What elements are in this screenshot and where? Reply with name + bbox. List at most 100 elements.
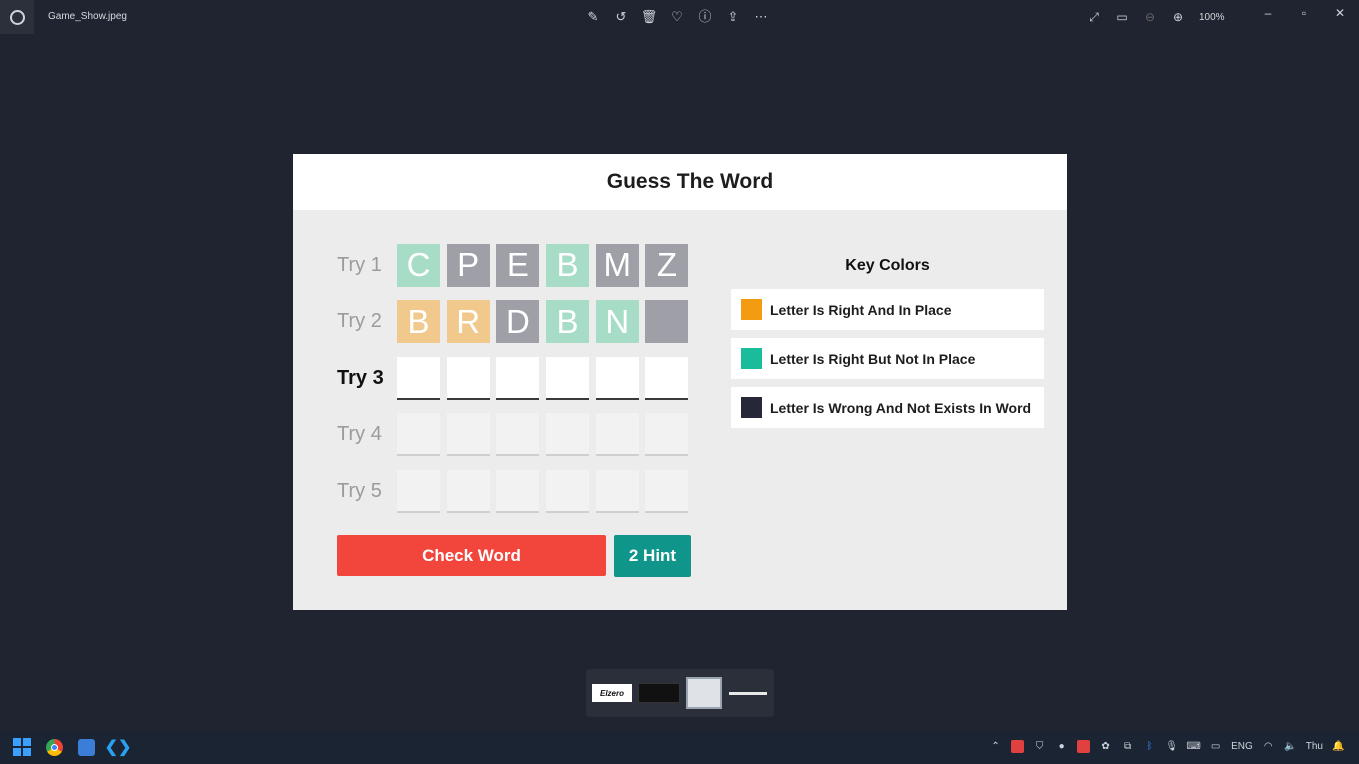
letter-cell: Z: [645, 243, 689, 287]
letter-cell[interactable]: [496, 356, 540, 400]
letter-cell: [546, 413, 590, 456]
edit-icon[interactable]: ✎: [584, 8, 602, 26]
viewer-toolbar: ✎ ↺ 🗑 ♡ ⓘ ⇪ ⋯: [584, 8, 770, 26]
tray-app-icon[interactable]: ●: [1055, 740, 1068, 753]
zoom-in-icon[interactable]: ⊕: [1169, 8, 1187, 26]
share-icon[interactable]: ⇪: [724, 8, 742, 26]
letter-cell: [595, 469, 639, 513]
delete-icon[interactable]: 🗑: [640, 8, 658, 26]
letter-cell[interactable]: [446, 356, 490, 400]
letter-cell[interactable]: [595, 356, 639, 400]
letter-cell: B: [546, 300, 590, 343]
keyboard-icon[interactable]: ⌨: [1186, 740, 1200, 753]
key-item-text: Letter Is Right And In Place: [770, 301, 952, 318]
letter-cell: M: [595, 243, 639, 287]
letter-cell: [397, 413, 440, 456]
zoom-out-icon[interactable]: ⊖: [1141, 8, 1159, 26]
taskbar-apps: ❮❯: [12, 737, 132, 757]
thumbnail[interactable]: Elzero: [592, 684, 632, 702]
letter-cell: N: [595, 300, 639, 343]
check-word-button[interactable]: Check Word: [337, 535, 606, 576]
try-label: Try 2: [337, 310, 382, 332]
filmstrip: Elzero: [586, 669, 774, 717]
viewer-titlebar: Game_Show.jpeg ✎ ↺ 🗑 ♡ ⓘ ⇪ ⋯ ⤢ ▭ ⊖ ⊕ 100…: [0, 0, 1359, 34]
fullscreen-icon[interactable]: ⤢: [1085, 8, 1103, 26]
chevron-up-icon[interactable]: ⌃: [989, 740, 1002, 753]
hint-button[interactable]: 2 Hint: [614, 535, 691, 577]
game-title: Guess The Word: [606, 170, 774, 193]
letter-cell: [397, 469, 440, 513]
letter-cell: B: [397, 300, 440, 343]
view-controls: ⤢ ▭ ⊖ ⊕ 100%: [1085, 8, 1225, 26]
game-image: Guess The Word Try 1 C P E B M Z Try 2 B R D B N Try …: [293, 154, 1067, 610]
key-item-text: Letter Is Right But Not In Place: [770, 350, 976, 367]
letter-cell: [645, 300, 689, 343]
action-buttons: Check Word 2 Hint: [337, 535, 691, 577]
try-row: Try 3: [337, 356, 695, 400]
letter-cell[interactable]: [546, 356, 590, 400]
display-icon[interactable]: ▭: [1209, 740, 1222, 753]
tray-app-icon[interactable]: ⧉: [1121, 740, 1134, 753]
maximize-button[interactable]: ▫: [1295, 4, 1313, 22]
window-controls: – ▫ ✕: [1259, 4, 1349, 22]
color-swatch: [741, 299, 762, 320]
info-icon[interactable]: ⓘ: [696, 8, 714, 26]
try-label: Try 4: [337, 423, 382, 445]
tray-app-icon[interactable]: ✿: [1099, 740, 1112, 753]
windows-start-icon[interactable]: [12, 737, 32, 757]
try-row: Try 1 CPEBMZ: [337, 243, 695, 287]
letter-cell: D: [496, 300, 540, 343]
try-row: Try 5: [337, 469, 695, 513]
try-label: Try 5: [337, 479, 382, 502]
letter-cell: [645, 413, 689, 456]
letter-cell[interactable]: [645, 356, 689, 400]
color-swatch: [741, 397, 762, 418]
volume-icon[interactable]: 🔈: [1284, 740, 1297, 753]
bluetooth-icon[interactable]: ᛒ: [1143, 740, 1156, 753]
more-icon[interactable]: ⋯: [752, 8, 770, 26]
fit-icon[interactable]: ▭: [1113, 8, 1131, 26]
shield-icon[interactable]: ⛉: [1033, 740, 1046, 753]
minimize-button[interactable]: –: [1259, 4, 1277, 22]
letter-cell: [595, 413, 639, 456]
wifi-icon[interactable]: ◠: [1262, 740, 1275, 753]
thumbnail[interactable]: [638, 683, 680, 703]
letter-cell: C: [397, 243, 440, 287]
letter-cell: [446, 469, 490, 513]
letter-cell: [496, 469, 540, 513]
key-item: Letter Is Right And In Place: [731, 289, 1044, 330]
system-tray: ⌃ ⛉ ● ✿ ⧉ ᛒ 🎙 ⌨ ▭ ENG ◠ 🔈 Thu 🔔: [989, 740, 1345, 753]
rotate-icon[interactable]: ↺: [612, 8, 630, 26]
taskbar: ❮❯ ⌃ ⛉ ● ✿ ⧉ ᛒ 🎙 ⌨ ▭ ENG ◠ 🔈 Thu 🔔: [0, 731, 1359, 764]
vscode-icon[interactable]: ❮❯: [105, 737, 132, 757]
language-indicator[interactable]: ENG: [1231, 741, 1253, 752]
clock-day[interactable]: Thu: [1306, 741, 1323, 752]
color-swatch: [741, 348, 762, 369]
app-icon[interactable]: [0, 0, 34, 34]
key-item: Letter Is Right But Not In Place: [731, 338, 1044, 379]
chrome-icon[interactable]: [44, 737, 64, 757]
letter-cell: [446, 413, 490, 456]
letter-cell: [645, 469, 689, 513]
try-label: Try 3: [337, 366, 384, 389]
zoom-level[interactable]: 100%: [1199, 12, 1225, 23]
favorite-icon[interactable]: ♡: [668, 8, 686, 26]
key-colors-panel: Key Colors Letter Is Right And In Place …: [731, 257, 1044, 436]
letter-cell[interactable]: [397, 356, 440, 400]
close-button[interactable]: ✕: [1331, 4, 1349, 22]
thumbnail[interactable]: [728, 684, 768, 702]
tray-app-icon[interactable]: [1077, 740, 1091, 753]
photos-icon[interactable]: [76, 737, 96, 757]
try-label: Try 1: [337, 253, 382, 276]
file-name: Game_Show.jpeg: [48, 11, 127, 22]
microphone-icon[interactable]: 🎙: [1165, 740, 1178, 753]
letter-cell: [546, 469, 590, 513]
thumbnail-selected[interactable]: [686, 677, 722, 709]
tray-app-icon[interactable]: [1011, 740, 1025, 753]
try-row: Try 4: [337, 413, 695, 457]
notification-icon[interactable]: 🔔: [1332, 740, 1345, 753]
letter-cell: B: [546, 243, 590, 287]
key-colors-title: Key Colors: [845, 257, 930, 274]
key-item-text: Letter Is Wrong And Not Exists In Word: [770, 399, 1032, 416]
letter-cell: E: [496, 243, 540, 287]
